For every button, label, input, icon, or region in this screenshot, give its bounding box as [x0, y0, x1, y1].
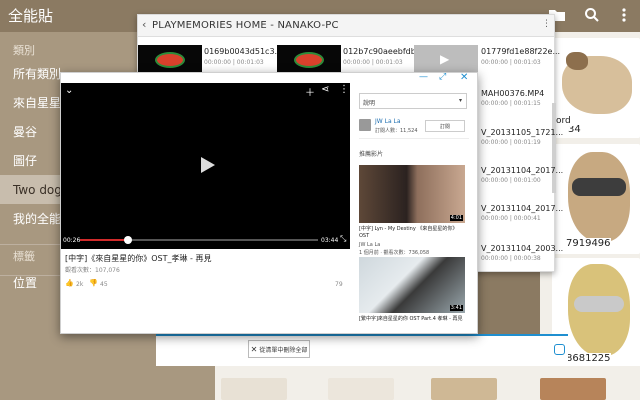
dislike-count: 45: [100, 281, 108, 288]
subscriber-count: 訂閱人數：11,524: [375, 128, 418, 134]
thumbnail-logo: [294, 52, 324, 68]
overflow-menu-icon[interactable]: ⋮: [339, 84, 349, 95]
dog-photo: [568, 152, 630, 242]
search-icon[interactable]: [581, 4, 603, 26]
resize-icon[interactable]: ⤢: [439, 72, 446, 82]
video-name[interactable]: V_20131105_1721...: [481, 128, 563, 137]
avatar: [359, 119, 371, 131]
related-thumbnail[interactable]: 4:01: [359, 165, 465, 223]
dislike-icon[interactable]: 👎: [89, 279, 98, 287]
folder-panel: [156, 334, 568, 366]
photo-tile[interactable]: [328, 378, 394, 400]
video-meta: 00:00:00 | 00:00:38: [481, 255, 541, 262]
video-name[interactable]: V_20131104_2017...: [481, 166, 563, 175]
grid-label: 8681225: [566, 353, 611, 364]
partial-label: ord: [554, 116, 573, 126]
related-meta: 1 個月前 · 觀看次數：736,058: [359, 250, 430, 256]
playmemories-title: PLAYMEMORIES HOME - NANAKO-PC: [152, 20, 339, 31]
photo-tile[interactable]: [431, 378, 497, 400]
view-count: 觀看次數：107,076: [65, 267, 120, 274]
video-duration: 4:01: [449, 215, 463, 221]
related-title[interactable]: [繁中字]來自星星的你 OST Part.4 孝琳 - 再見: [359, 316, 467, 323]
video-meta: 00:00:00 | 00:01:19: [481, 139, 541, 146]
related-thumbnail[interactable]: 3:41: [359, 257, 465, 313]
minimize-icon[interactable]: —: [419, 72, 428, 82]
remove-all-label: 從清單中刪除全部: [259, 346, 308, 354]
video-name: 012b7c90aeebfdb...: [343, 47, 424, 56]
video-meta: 00:00:00 | 00:01:03: [204, 59, 264, 66]
subscribe-button[interactable]: 訂閱: [425, 120, 465, 132]
video-meta: 00:00:00 | 00:00:41: [481, 215, 541, 222]
dog-ear: [566, 52, 588, 70]
back-icon[interactable]: ‹: [142, 18, 146, 31]
goggles: [574, 296, 624, 312]
remove-all-button[interactable]: ✕ 從清單中刪除全部: [248, 340, 310, 358]
time-current: 00:26: [63, 237, 81, 244]
thumbnail-logo: [155, 52, 185, 68]
video-title: [中字]《來自星星的你》OST_孝琳 - 再見: [65, 254, 212, 263]
section-categories: 類別: [13, 44, 35, 57]
video-name[interactable]: V_20131104_2017...: [481, 204, 563, 213]
like-icon[interactable]: 👍: [65, 279, 74, 287]
video-meta: 00:00:00 | 00:01:15: [481, 100, 541, 107]
related-channel: JW La La: [359, 242, 381, 248]
like-count: 2k: [76, 281, 84, 288]
add-icon[interactable]: ＋: [305, 84, 315, 99]
play-icon[interactable]: [201, 157, 215, 173]
app-title: 全能貼: [8, 7, 54, 25]
chevron-down-icon[interactable]: ⌄: [65, 85, 73, 96]
grid-view-icon[interactable]: [554, 344, 565, 355]
video-thumbnail[interactable]: ▶: [414, 45, 478, 75]
channel-row: JW La La 訂閱人數：11,524 訂閱: [359, 117, 469, 139]
goggles: [572, 178, 626, 196]
fullscreen-icon[interactable]: ⤡: [340, 234, 346, 244]
overflow-menu-icon[interactable]: [613, 4, 635, 26]
overflow-menu-icon[interactable]: ⋮: [542, 19, 551, 29]
close-icon[interactable]: ✕: [460, 72, 468, 83]
section-tags: 標籤: [13, 250, 35, 263]
video-duration: 3:41: [449, 305, 463, 311]
progress-track[interactable]: [80, 236, 318, 244]
dropdown-value: 說明: [363, 100, 376, 107]
scrollbar[interactable]: [552, 103, 556, 193]
youtube-window: — ⤢ ✕ ⌄ ＋ ⋖ ⋮ 00:26 03:44 ⤡ [中字]《來自星星的你》…: [60, 72, 478, 334]
grid-label: 7919496: [566, 238, 611, 249]
share-icon[interactable]: ⋖: [321, 84, 329, 95]
play-icon: ▶: [440, 52, 450, 66]
description-dropdown[interactable]: 說明 ▾: [359, 93, 467, 109]
youtube-titlebar: — ⤢ ✕: [61, 72, 477, 83]
video-sidebar: 說明 ▾ JW La La 訂閱人數：11,524 訂閱 推薦影片 4:01 […: [359, 83, 474, 333]
progress-fill: [80, 239, 128, 241]
video-thumbnail[interactable]: [277, 45, 341, 75]
related-title[interactable]: [中字] Lyn - My Destiny 《來自星星的你》 OST: [359, 226, 467, 240]
close-icon: ✕: [250, 344, 258, 354]
time-total: 03:44: [321, 237, 339, 244]
photo-tile[interactable]: [221, 378, 287, 400]
progress-handle[interactable]: [123, 236, 132, 244]
video-meta: 00:00:00 | 00:01:03: [481, 59, 541, 66]
video-thumbnail[interactable]: [138, 45, 202, 75]
extra-count: 79: [335, 281, 343, 288]
channel-name[interactable]: JW La La: [375, 118, 401, 125]
video-player[interactable]: ⌄ ＋ ⋖ ⋮ 00:26 03:44 ⤡: [61, 83, 350, 249]
video-name[interactable]: V_20131104_2003...: [481, 244, 563, 253]
chevron-down-icon: ▾: [458, 97, 462, 104]
video-name: 0169b0043d51c3...: [204, 47, 283, 56]
playmemories-titlebar: ‹ PLAYMEMORIES HOME - NANAKO-PC ⋮: [138, 15, 554, 37]
bottom-strip: [215, 366, 640, 400]
photo-tile[interactable]: [540, 378, 606, 400]
video-name: 01779fd1e88f22e...: [481, 47, 561, 56]
video-meta: 00:00:00 | 00:01:03: [343, 59, 403, 66]
video-name[interactable]: MAH00376.MP4: [481, 89, 544, 98]
related-header: 推薦影片: [359, 151, 384, 158]
video-meta: 00:00:00 | 00:01:00: [481, 177, 541, 184]
